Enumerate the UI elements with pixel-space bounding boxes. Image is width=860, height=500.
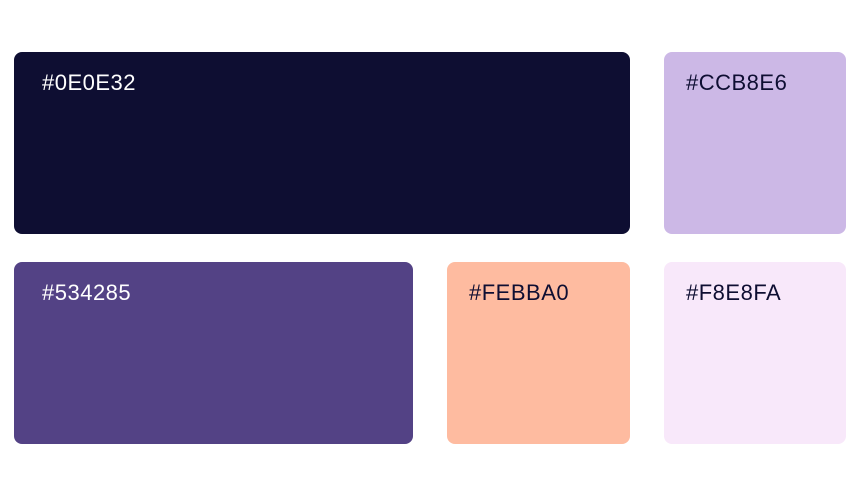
color-swatch-0e0e32: #0E0E32 bbox=[14, 52, 630, 234]
swatch-hex-label: #CCB8E6 bbox=[686, 70, 788, 95]
swatch-hex-label: #F8E8FA bbox=[686, 280, 782, 305]
color-swatch-f8e8fa: #F8E8FA bbox=[664, 262, 846, 444]
color-swatch-534285: #534285 bbox=[14, 262, 413, 444]
swatch-hex-label: #534285 bbox=[42, 280, 132, 305]
color-swatch-febba0: #FEBBA0 bbox=[447, 262, 630, 444]
swatch-hex-label: #FEBBA0 bbox=[469, 280, 570, 305]
swatch-hex-label: #0E0E32 bbox=[42, 70, 137, 95]
color-palette: #0E0E32 #CCB8E6 #534285 #FEBBA0 #F8E8FA bbox=[0, 0, 860, 500]
color-swatch-ccb8e6: #CCB8E6 bbox=[664, 52, 846, 234]
